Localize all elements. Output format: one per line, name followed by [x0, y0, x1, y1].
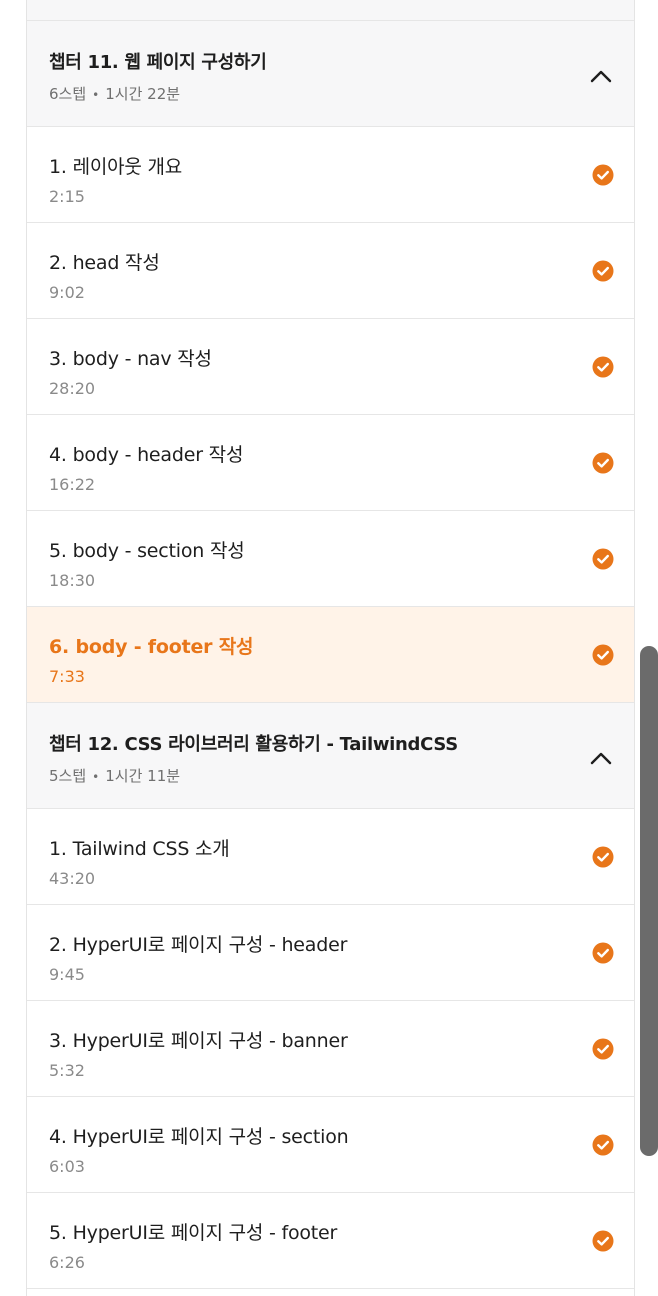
step-duration: 9:45	[49, 965, 85, 984]
step-item[interactable]: 3. body - nav 작성 28:20	[27, 319, 634, 415]
chapter-steps-count: 5스텝	[49, 767, 87, 785]
step-duration: 18:30	[49, 571, 96, 590]
chapter-meta: 5스텝 • 1시간 11분	[49, 765, 180, 786]
step-duration: 9:02	[49, 283, 85, 302]
check-circle-icon	[592, 942, 614, 964]
check-circle-icon	[592, 164, 614, 186]
check-circle-icon	[592, 1230, 614, 1252]
curriculum-panel: 챕터 11. 웹 페이지 구성하기 6스텝 • 1시간 22분 1. 레이아웃 개요…	[26, 0, 635, 1296]
check-circle-icon	[592, 644, 614, 666]
step-title: 2. head 작성	[49, 252, 160, 274]
check-circle-icon	[592, 260, 614, 282]
check-circle-icon	[592, 452, 614, 474]
step-title: 3. HyperUI로 페이지 구성 - banner	[49, 1030, 348, 1052]
chapter-header-12[interactable]: 챕터 12. CSS 라이브러리 활용하기 - TailwindCSS 5스텝 •…	[27, 703, 634, 809]
step-item[interactable]: 1. 레이아웃 개요 2:15	[27, 127, 634, 223]
chapter-steps-count: 6스텝	[49, 85, 87, 103]
chapter-duration: 1시간 11분	[105, 767, 181, 785]
step-item[interactable]: 2. HyperUI로 페이지 구성 - header 9:45	[27, 905, 634, 1001]
separator-dot-icon: •	[92, 770, 100, 784]
step-duration: 6:26	[49, 1253, 85, 1272]
check-circle-icon	[592, 846, 614, 868]
step-title: 2. HyperUI로 페이지 구성 - header	[49, 934, 348, 956]
step-item-next-edge	[27, 1289, 634, 1296]
step-item[interactable]: 4. body - header 작성 16:22	[27, 415, 634, 511]
chapter-title: 챕터 12. CSS 라이브러리 활용하기 - TailwindCSS	[49, 734, 458, 755]
step-title: 3. body - nav 작성	[49, 348, 212, 370]
chapter-title: 챕터 11. 웹 페이지 구성하기	[49, 52, 267, 73]
check-circle-icon	[592, 1038, 614, 1060]
step-item[interactable]: 5. body - section 작성 18:30	[27, 511, 634, 607]
check-circle-icon	[592, 548, 614, 570]
chapter-duration: 1시간 22분	[105, 85, 181, 103]
chevron-up-icon[interactable]	[588, 67, 614, 85]
curriculum-page: 챕터 11. 웹 페이지 구성하기 6스텝 • 1시간 22분 1. 레이아웃 개요…	[0, 0, 658, 1296]
step-item[interactable]: 1. Tailwind CSS 소개 43:20	[27, 809, 634, 905]
chapter-header-11[interactable]: 챕터 11. 웹 페이지 구성하기 6스텝 • 1시간 22분	[27, 21, 634, 127]
step-item[interactable]: 4. HyperUI로 페이지 구성 - section 6:03	[27, 1097, 634, 1193]
step-duration: 2:15	[49, 187, 85, 206]
step-duration: 16:22	[49, 475, 96, 494]
step-duration: 5:32	[49, 1061, 85, 1080]
step-title: 4. body - header 작성	[49, 444, 244, 466]
step-title: 1. 레이아웃 개요	[49, 156, 183, 178]
chapter-meta: 6스텝 • 1시간 22분	[49, 83, 180, 104]
step-item[interactable]: 5. HyperUI로 페이지 구성 - footer 6:26	[27, 1193, 634, 1289]
chevron-up-icon[interactable]	[588, 749, 614, 767]
step-title: 5. HyperUI로 페이지 구성 - footer	[49, 1222, 338, 1244]
step-title: 4. HyperUI로 페이지 구성 - section	[49, 1126, 349, 1148]
step-title: 6. body - footer 작성	[49, 636, 254, 658]
separator-dot-icon: •	[92, 88, 100, 102]
check-circle-icon	[592, 1134, 614, 1156]
step-title: 5. body - section 작성	[49, 540, 245, 562]
step-duration: 7:33	[49, 667, 85, 686]
previous-chapter-edge	[27, 0, 634, 21]
scrollbar-thumb[interactable]	[640, 646, 658, 1156]
step-duration: 6:03	[49, 1157, 85, 1176]
step-item[interactable]: 2. head 작성 9:02	[27, 223, 634, 319]
check-circle-icon	[592, 356, 614, 378]
step-duration: 43:20	[49, 869, 96, 888]
step-item[interactable]: 3. HyperUI로 페이지 구성 - banner 5:32	[27, 1001, 634, 1097]
step-item-active[interactable]: 6. body - footer 작성 7:33	[27, 607, 634, 703]
step-title: 1. Tailwind CSS 소개	[49, 838, 230, 860]
step-duration: 28:20	[49, 379, 96, 398]
